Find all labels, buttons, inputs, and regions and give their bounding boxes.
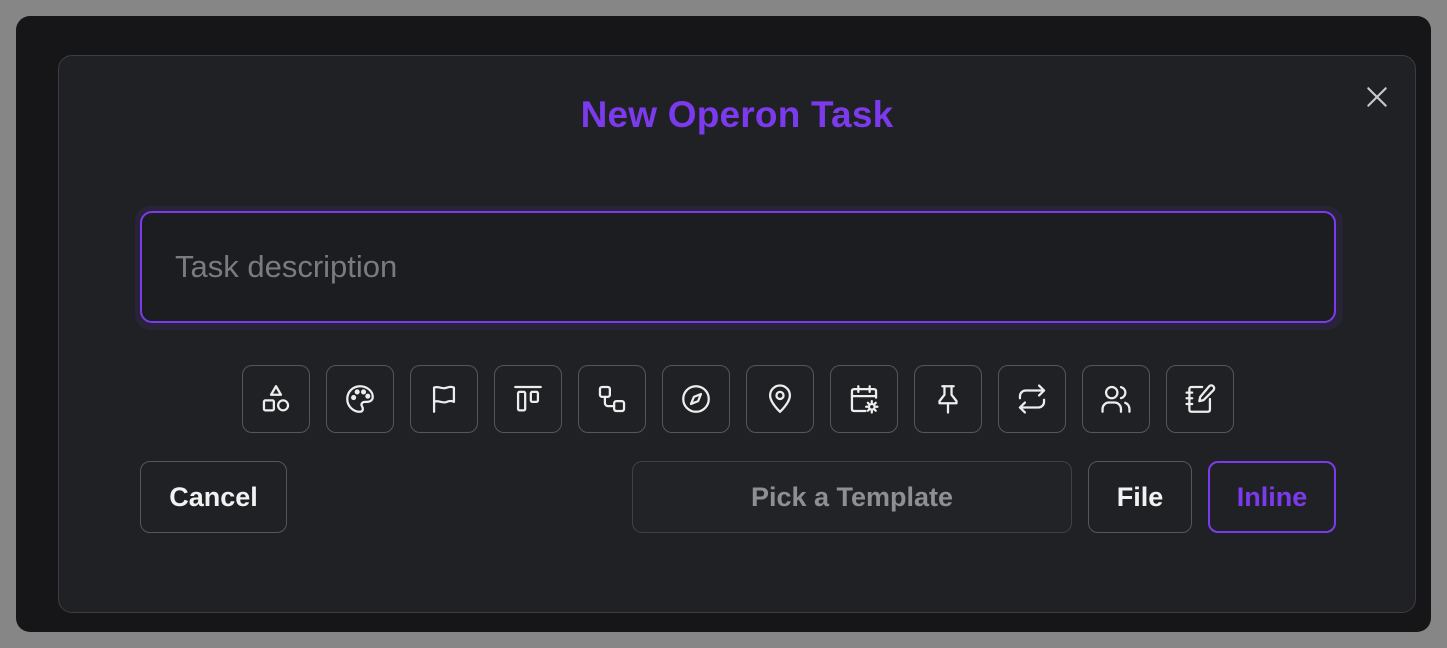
palette-icon [346,385,374,413]
notebook-pen-icon [1185,384,1216,413]
flag-icon [432,385,456,413]
notes-button[interactable] [1166,365,1234,433]
file-button[interactable]: File [1088,461,1192,533]
recurrence-button[interactable] [998,365,1066,433]
color-button[interactable] [326,365,394,433]
status-button[interactable] [494,365,562,433]
cancel-button[interactable]: Cancel [140,461,287,533]
shapes-icon [262,385,290,412]
close-button[interactable] [1359,79,1395,115]
pin-button[interactable] [914,365,982,433]
inline-button[interactable]: Inline [1208,461,1336,533]
dialog-title: New Operon Task [580,94,894,135]
new-task-dialog: New Operon Task Task description Cancel … [58,55,1416,613]
assignees-button[interactable] [1082,365,1150,433]
x-icon [1367,87,1387,107]
task-description-input[interactable] [140,211,1336,323]
workflow-button[interactable] [578,365,646,433]
task-input-focus-ring [135,206,1343,330]
repeat-icon [1018,384,1046,414]
users-icon [1101,385,1131,413]
workflow-icon [598,385,626,413]
pin-icon [938,385,958,414]
explore-button[interactable] [662,365,730,433]
calendar-settings-icon [850,385,879,414]
location-button[interactable] [746,365,814,433]
task-attribute-toolbar [242,365,1234,433]
type-button[interactable] [242,365,310,433]
modal-backdrop-frame: New Operon Task Task description Cancel … [16,16,1431,632]
align-top-icon [514,385,542,412]
schedule-button[interactable] [830,365,898,433]
pick-template-button[interactable]: Pick a Template [632,461,1072,533]
map-pin-icon [768,384,792,413]
compass-icon [682,385,710,413]
priority-button[interactable] [410,365,478,433]
